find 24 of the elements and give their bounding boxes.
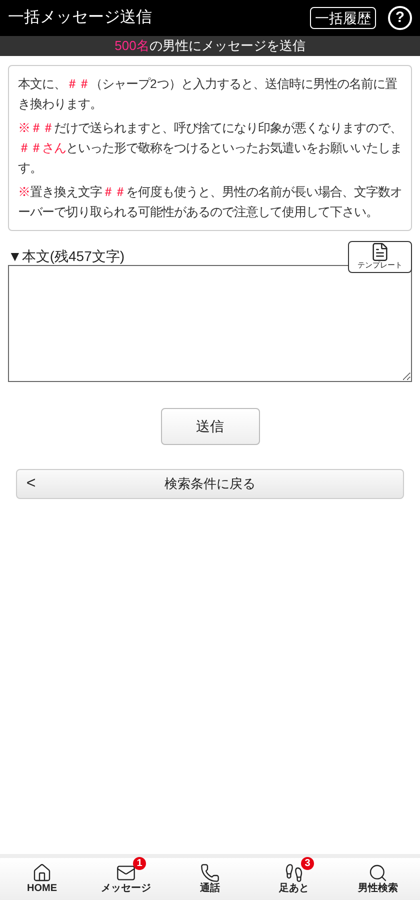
history-button[interactable]: 一括履歴 <box>310 7 376 29</box>
send-button[interactable]: 送信 <box>160 408 260 445</box>
notice-paragraph: ※＃＃だけで送られますと、呼び捨てになり印象が悪くなりますので、 ＃＃さん といった形で敬称をつけるといったお気遣いをお願いいたします。 <box>18 120 402 177</box>
home-icon <box>32 863 52 883</box>
nav-item[interactable]: 1 メッセージ <box>84 858 168 900</box>
notice-paragraph: 本文に、＃＃（シャープ2つ）と入力すると、送信時に男性の名前に置き換わります。 <box>18 76 398 113</box>
count-badge: 1 <box>133 857 146 870</box>
nav-item[interactable]: 3 足あと <box>252 858 336 900</box>
nav-item[interactable]: 通話 <box>168 858 252 900</box>
back-chevron-icon: < <box>25 472 37 496</box>
body-label: ▼本文(残457文字) <box>8 247 125 265</box>
page-title: 一括メッセージ送信 <box>8 8 153 28</box>
count-badge: 3 <box>301 857 314 870</box>
search-icon <box>368 863 388 883</box>
back-button[interactable]: < 検索条件に戻る <box>16 469 404 499</box>
help-button[interactable]: ? <box>388 6 412 30</box>
nav-item[interactable]: HOME <box>0 858 84 900</box>
footprints-icon <box>284 863 304 883</box>
document-icon <box>370 242 390 262</box>
notice-paragraph: ※置き換え文字＃＃を何度も使うと、男性の名前が長い場合、文字数オーバーで切り取られる可能性があるので注意して使用して下さい。 <box>18 184 402 221</box>
recipient-banner: 500名の男性にメッセージを送信 <box>0 36 420 56</box>
phone-icon <box>200 863 220 883</box>
envelope-icon <box>116 863 136 883</box>
nav-item[interactable]: 男性検索 <box>336 858 420 900</box>
